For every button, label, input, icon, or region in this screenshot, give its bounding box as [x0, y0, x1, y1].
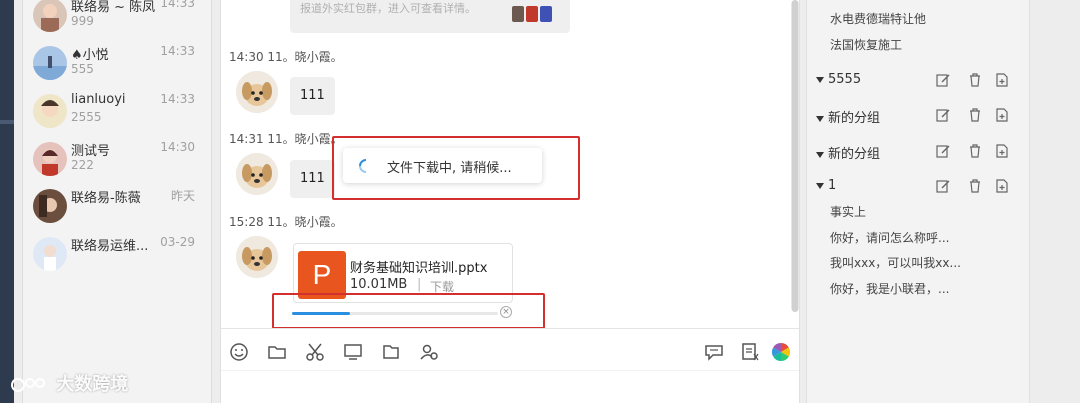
file-separator: |: [417, 277, 422, 292]
group-header[interactable]: 新的分组: [816, 143, 880, 162]
sender-avatar[interactable]: [236, 71, 278, 113]
contact-item[interactable]: 联络易运维... 03-29: [23, 233, 211, 281]
contact-time: 昨天: [170, 189, 195, 203]
edit-icon[interactable]: [935, 72, 951, 88]
caret-down-icon: [816, 76, 824, 83]
contact-name: ♠小悦: [71, 48, 109, 63]
screen-icon[interactable]: [342, 341, 364, 363]
watermark-text: 大数跨境: [56, 374, 129, 395]
contact-avatar: [33, 0, 67, 32]
color-wheel-icon[interactable]: [770, 341, 792, 363]
group-name: 新的分组: [828, 111, 881, 126]
message-bubble: 111: [290, 77, 335, 115]
input-divider: [221, 370, 799, 371]
group-name: 新的分组: [828, 147, 881, 162]
contact-name: 联络易-陈薇: [71, 191, 141, 206]
translate-icon[interactable]: [740, 341, 762, 363]
contact-time: 03-29: [160, 235, 195, 249]
watermark: 大数跨境: [10, 370, 128, 396]
trash-icon[interactable]: [967, 143, 983, 159]
message-bubble: 111: [290, 160, 335, 198]
contact-avatar: [33, 46, 67, 80]
quick-reply-item[interactable]: 水电费德瑞特让他: [830, 10, 926, 27]
contact-name: 测试号: [71, 144, 111, 159]
contact-name: lianluoyi: [71, 92, 126, 107]
nav-marker: [0, 120, 14, 124]
caret-down-icon: [816, 115, 824, 122]
red-packet-text: 报道外实红包群，进入可查看详情。: [300, 2, 476, 15]
highlight-box-toast: [332, 136, 580, 200]
caret-down-icon: [816, 151, 824, 158]
contact-time: 14:30: [160, 140, 195, 154]
message-header: 14:31 11。晓小霞。: [229, 132, 343, 146]
add-file-icon[interactable]: [994, 143, 1010, 159]
contact-item[interactable]: 联络易 ~ 陈凤 999 14:33: [23, 0, 211, 42]
trash-icon[interactable]: [967, 72, 983, 88]
group-name: 5555: [828, 72, 862, 87]
file-name: 财务基础知识培训.pptx: [350, 261, 488, 276]
pptx-file-icon: P: [298, 251, 346, 299]
file-icon[interactable]: [380, 341, 402, 363]
highlight-box-progress: [272, 293, 545, 329]
group-header[interactable]: 5555: [816, 72, 861, 87]
mini-avatar: [526, 6, 538, 22]
quick-reply-item[interactable]: 我叫xxx，可以叫我xx...: [830, 254, 961, 271]
red-packet-card[interactable]: 报道外实红包群，进入可查看详情。: [290, 0, 570, 33]
group-name: 1: [828, 178, 837, 193]
contact-time: 14:33: [160, 0, 195, 10]
contact-preview: 555: [71, 62, 94, 76]
mini-avatar: [512, 6, 524, 22]
trash-icon[interactable]: [967, 107, 983, 123]
contact-avatar: [33, 189, 67, 223]
mini-avatar: [540, 6, 552, 22]
contact-avatar: [33, 237, 67, 271]
file-size: 10.01MB: [350, 277, 408, 292]
app-nav-strip: [0, 0, 14, 403]
toolbar-divider: [221, 328, 799, 329]
add-file-icon[interactable]: [994, 72, 1010, 88]
quick-reply-panel: [806, 0, 1030, 403]
contact-name: 联络易 ~ 陈凤: [71, 0, 156, 15]
folder-icon[interactable]: [266, 341, 288, 363]
contact-preview: 2555: [71, 110, 102, 124]
contact-item[interactable]: ♠小悦 555 14:33: [23, 42, 211, 90]
group-header[interactable]: 1: [816, 178, 836, 193]
scissors-icon[interactable]: [304, 341, 326, 363]
chat-history-icon[interactable]: [703, 341, 725, 363]
contact-name: 联络易运维...: [71, 239, 149, 254]
contact-preview: 999: [71, 14, 94, 28]
group-header[interactable]: 新的分组: [816, 107, 880, 126]
contact-list: 联络易 ~ 陈凤 999 14:33 ♠小悦 555 14:33 lianluo…: [22, 0, 212, 403]
quick-reply-item[interactable]: 法国恢复施工: [830, 36, 902, 53]
chat-scrollbar[interactable]: [791, 0, 799, 312]
contact-card-icon[interactable]: [418, 341, 440, 363]
scrollbar-thumb[interactable]: [792, 0, 798, 312]
contact-item[interactable]: 联络易-陈薇 昨天: [23, 185, 211, 233]
trash-icon[interactable]: [967, 178, 983, 194]
edit-icon[interactable]: [935, 178, 951, 194]
contact-item[interactable]: 测试号 222 14:30: [23, 138, 211, 186]
message-header: 15:28 11。晓小霞。: [229, 215, 343, 229]
contact-avatar: [33, 142, 67, 176]
add-file-icon[interactable]: [994, 178, 1010, 194]
caret-down-icon: [816, 182, 824, 189]
watermark-logo-icon: [11, 378, 45, 392]
message-header: 14:30 11。晓小霞。: [229, 50, 343, 64]
quick-reply-item[interactable]: 你好，我是小联君，...: [830, 280, 949, 297]
add-file-icon[interactable]: [994, 107, 1010, 123]
sender-avatar[interactable]: [236, 236, 278, 278]
contact-avatar: [33, 94, 67, 128]
edit-icon[interactable]: [935, 107, 951, 123]
quick-reply-item[interactable]: 事实上: [830, 203, 866, 220]
emoji-icon[interactable]: [228, 341, 250, 363]
quick-reply-item[interactable]: 你好，请问怎么称呼...: [830, 229, 949, 246]
contact-preview: 222: [71, 158, 94, 172]
contact-time: 14:33: [160, 44, 195, 58]
sender-avatar[interactable]: [236, 153, 278, 195]
edit-icon[interactable]: [935, 143, 951, 159]
contact-item[interactable]: lianluoyi 2555 14:33: [23, 90, 211, 138]
contact-time: 14:33: [160, 92, 195, 106]
